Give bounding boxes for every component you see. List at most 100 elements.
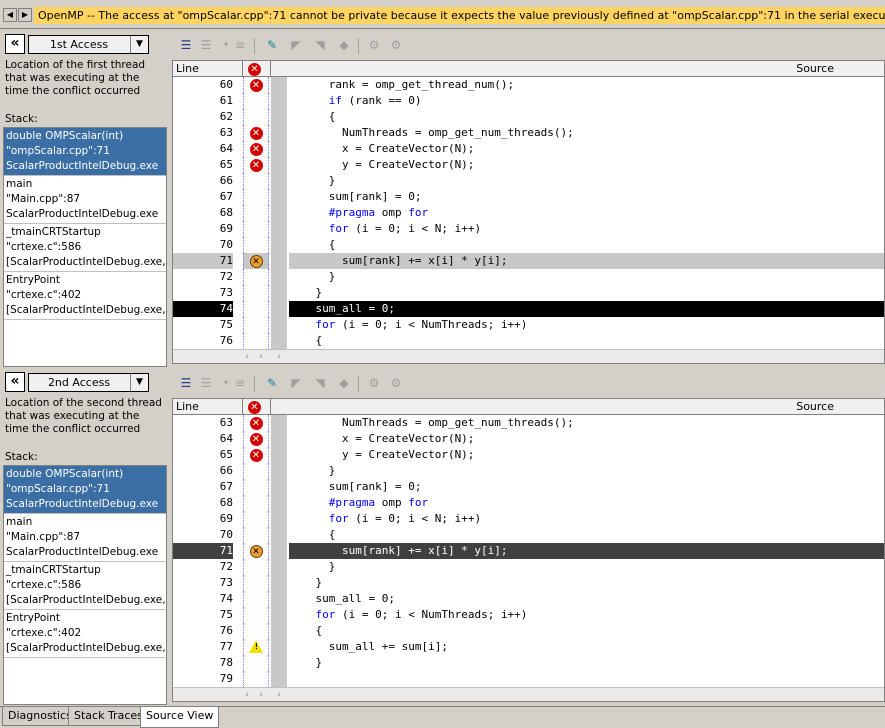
open-source-icon[interactable]: ✎ [264, 38, 280, 52]
error-icon[interactable]: ✕ [243, 126, 269, 140]
stack-list[interactable]: double OMPScalar(int) "ompScalar.cpp":71 S… [3, 465, 167, 705]
source-row[interactable]: 72 } [173, 559, 884, 575]
source-row[interactable]: 70 { [173, 527, 884, 543]
filter-clear-icon[interactable]: ⚙ [388, 38, 404, 52]
source-grid[interactable]: Line ✕ Source 60 ✕ rank = omp_get_thread_… [172, 60, 885, 364]
stack-frame[interactable]: _tmainCRTStartup "crtexe.c":586 [ScalarPro… [4, 224, 166, 272]
source-row[interactable]: 76 { [173, 623, 884, 639]
source-row[interactable]: 64 ✕ x = CreateVector(N); [173, 431, 884, 447]
line-number: 71 [173, 543, 233, 559]
stack-frame[interactable]: EntryPoint "crtexe.c":402 [ScalarProductIn… [4, 610, 166, 658]
source-row[interactable]: 79 [173, 671, 884, 687]
error-icon[interactable]: ✕ [243, 142, 269, 156]
tab-source-view[interactable]: Source View [140, 707, 220, 728]
error-icon[interactable]: ✕ [243, 448, 269, 462]
source-row[interactable]: 74 sum_all = 0; [173, 301, 884, 317]
race-conflict-icon[interactable]: ✕ [243, 544, 269, 558]
source-row[interactable]: 67 sum[rank] = 0; [173, 479, 884, 495]
chevron-down-icon[interactable]: ▼ [130, 374, 148, 391]
access-selector[interactable]: 1st Access ▼ [28, 35, 149, 54]
error-icon[interactable]: ✕ [243, 432, 269, 446]
source-row[interactable]: 62 { [173, 109, 884, 125]
stack-frame[interactable]: double OMPScalar(int) "ompScalar.cpp":71 S… [4, 466, 166, 514]
source-row[interactable]: 60 ✕ rank = omp_get_thread_num(); [173, 77, 884, 93]
source-code-line: { [289, 110, 336, 123]
source-row[interactable]: 73 } [173, 285, 884, 301]
list-icon[interactable]: ≡ [232, 38, 248, 52]
source-row[interactable]: 71 ✕ sum[rank] += x[i] * y[i]; [173, 253, 884, 269]
source-row[interactable]: 75 for (i = 0; i < NumThreads; i++) [173, 607, 884, 623]
source-row[interactable]: 77! sum_all += sum[i]; [173, 639, 884, 655]
tab-diagnostics[interactable]: Diagnostics [2, 707, 78, 726]
source-row[interactable]: 65 ✕ y = CreateVector(N); [173, 157, 884, 173]
source-row[interactable]: 71 ✕ sum[rank] += x[i] * y[i]; [173, 543, 884, 559]
collapse-panel-icon[interactable]: « [5, 34, 25, 54]
source-row[interactable]: 75 for (i = 0; i < NumThreads; i++) [173, 317, 884, 333]
gutter [271, 221, 287, 237]
source-row[interactable]: 66 } [173, 173, 884, 189]
align-list-icon[interactable]: ☰ [178, 376, 194, 390]
stack-frame[interactable]: _tmainCRTStartup "crtexe.c":586 [ScalarPro… [4, 562, 166, 610]
access-selector[interactable]: 2nd Access ▼ [28, 373, 149, 392]
list-icon[interactable]: ≡ [232, 376, 248, 390]
diagnostic-message: OpenMP -- The access at "ompScalar.cpp":… [34, 7, 885, 24]
bookmark-next-icon[interactable]: ◥ [312, 376, 328, 390]
stack-frame[interactable]: main "Main.cpp":87 ScalarProductIntelDebug… [4, 176, 166, 224]
bookmark-next-icon[interactable]: ◥ [312, 38, 328, 52]
source-row[interactable]: 74 sum_all = 0; [173, 591, 884, 607]
source-row[interactable]: 78 } [173, 655, 884, 671]
bookmark-clear-icon[interactable]: ◆ [336, 38, 352, 52]
source-row[interactable]: 66 } [173, 463, 884, 479]
line-column-header[interactable]: Line [176, 62, 199, 75]
chevron-down-icon[interactable]: ▼ [130, 36, 148, 53]
gutter [271, 205, 287, 221]
error-icon[interactable]: ✕ [243, 78, 269, 92]
source-row[interactable]: 68 #pragma omp for [173, 495, 884, 511]
source-row[interactable]: 63 ✕ NumThreads = omp_get_num_threads(); [173, 125, 884, 141]
bookmark-prev-icon[interactable]: ◤ [288, 376, 304, 390]
filter-clear-icon[interactable]: ⚙ [388, 376, 404, 390]
source-row[interactable]: 73 } [173, 575, 884, 591]
source-column-header[interactable]: Source [796, 62, 834, 75]
source-row[interactable]: 63 ✕ NumThreads = omp_get_num_threads(); [173, 415, 884, 431]
stack-list[interactable]: double OMPScalar(int) "ompScalar.cpp":71 S… [3, 127, 167, 367]
horizontal-scrollbar[interactable]: ‹ › ‹ [173, 349, 884, 363]
source-row[interactable]: 61 if (rank == 0) [173, 93, 884, 109]
prev-message-arrow-icon[interactable]: ◀ [3, 8, 17, 22]
source-column-header[interactable]: Source [796, 400, 834, 413]
horizontal-scrollbar[interactable]: ‹ › ‹ [173, 687, 884, 701]
collapse-panel-icon[interactable]: « [5, 372, 25, 392]
source-row[interactable]: 72 } [173, 269, 884, 285]
stack-frame[interactable]: double OMPScalar(int) "ompScalar.cpp":71 S… [4, 128, 166, 176]
source-row[interactable]: 69 for (i = 0; i < N; i++) [173, 511, 884, 527]
source-grid[interactable]: Line ✕ Source 63 ✕ NumThreads = omp_get_n… [172, 398, 885, 702]
source-row[interactable]: 65 ✕ y = CreateVector(N); [173, 447, 884, 463]
filter-icon[interactable]: ⚙ [366, 38, 382, 52]
marker-cell [243, 205, 269, 221]
indent-icon[interactable]: ☰ [198, 376, 214, 390]
tab-stack-traces[interactable]: Stack Traces [68, 707, 149, 726]
filter-icon[interactable]: ⚙ [366, 376, 382, 390]
stack-frame-line: ScalarProductIntelDebug.exe [6, 208, 159, 220]
source-row[interactable]: 70 { [173, 237, 884, 253]
line-column-header[interactable]: Line [176, 400, 199, 413]
stack-frame-line: EntryPoint [6, 274, 61, 286]
source-row[interactable]: 69 for (i = 0; i < N; i++) [173, 221, 884, 237]
error-icon[interactable]: ✕ [243, 416, 269, 430]
next-message-arrow-icon[interactable]: ▶ [18, 8, 32, 22]
bookmark-prev-icon[interactable]: ◤ [288, 38, 304, 52]
race-conflict-icon[interactable]: ✕ [243, 254, 269, 268]
source-row[interactable]: 67 sum[rank] = 0; [173, 189, 884, 205]
open-source-icon[interactable]: ✎ [264, 376, 280, 390]
stack-frame[interactable]: main "Main.cpp":87 ScalarProductIntelDebug… [4, 514, 166, 562]
source-row[interactable]: 68 #pragma omp for [173, 205, 884, 221]
source-row[interactable]: 64 ✕ x = CreateVector(N); [173, 141, 884, 157]
error-icon[interactable]: ✕ [243, 158, 269, 172]
align-list-icon[interactable]: ☰ [178, 38, 194, 52]
marker-cell [243, 173, 269, 189]
source-row[interactable]: 76 { [173, 333, 884, 349]
bookmark-clear-icon[interactable]: ◆ [336, 376, 352, 390]
warning-icon[interactable]: ! [243, 640, 269, 656]
indent-icon[interactable]: ☰ [198, 38, 214, 52]
stack-frame[interactable]: EntryPoint "crtexe.c":402 [ScalarProductIn… [4, 272, 166, 320]
